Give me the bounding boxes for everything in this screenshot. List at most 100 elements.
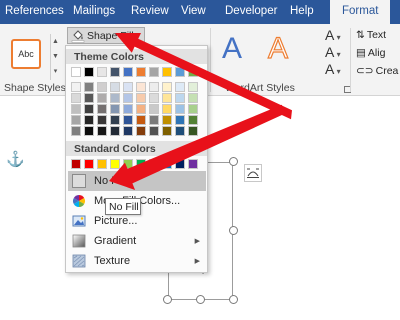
tab-developer[interactable]: Developer	[225, 5, 277, 17]
theme-shade-swatch[interactable]	[123, 115, 133, 125]
theme-color-swatch[interactable]	[136, 67, 146, 77]
theme-shade-swatch[interactable]	[110, 115, 120, 125]
theme-shade-swatch[interactable]	[97, 93, 107, 103]
tab-review[interactable]: Review	[131, 5, 169, 17]
theme-shade-swatch[interactable]	[136, 126, 146, 136]
theme-shade-swatch[interactable]	[188, 104, 198, 114]
theme-color-swatch[interactable]	[110, 67, 120, 77]
shape-style-sample[interactable]: Abc	[11, 39, 41, 69]
wordart-style-blue[interactable]: A	[222, 34, 242, 64]
theme-shade-swatch[interactable]	[175, 104, 185, 114]
tab-format[interactable]: Format	[330, 0, 391, 24]
resize-handle[interactable]	[229, 157, 238, 166]
tab-mailings[interactable]: Mailings	[73, 5, 115, 17]
standard-color-swatch[interactable]	[110, 159, 120, 169]
theme-color-swatch[interactable]	[188, 67, 198, 77]
wordart-style-orange-outline[interactable]: A	[267, 33, 288, 64]
resize-handle[interactable]	[229, 295, 238, 304]
theme-shade-swatch[interactable]	[162, 82, 172, 92]
theme-shade-swatch[interactable]	[162, 104, 172, 114]
theme-shade-swatch[interactable]	[97, 82, 107, 92]
theme-shade-swatch[interactable]	[149, 115, 159, 125]
theme-shade-swatch[interactable]	[71, 115, 81, 125]
theme-shade-swatch[interactable]	[136, 104, 146, 114]
theme-shade-swatch[interactable]	[175, 93, 185, 103]
gallery-scroll[interactable]: ▲ ▼ ▾	[50, 34, 60, 80]
scroll-up-icon[interactable]: ▲	[51, 34, 60, 49]
menu-item-gradient[interactable]: Gradient ▶	[68, 231, 206, 251]
text-outline-button[interactable]: A ▾	[325, 44, 341, 60]
theme-shade-swatch[interactable]	[97, 115, 107, 125]
theme-shade-swatch[interactable]	[97, 126, 107, 136]
menu-item-no-fill[interactable]: No Fill	[68, 171, 206, 191]
theme-shade-swatch[interactable]	[175, 115, 185, 125]
theme-shade-swatch[interactable]	[136, 82, 146, 92]
theme-shade-swatch[interactable]	[149, 82, 159, 92]
theme-shade-swatch[interactable]	[123, 126, 133, 136]
resize-handle[interactable]	[196, 295, 205, 304]
layout-options-button[interactable]	[244, 164, 262, 182]
theme-color-swatch[interactable]	[71, 67, 81, 77]
theme-shade-swatch[interactable]	[149, 126, 159, 136]
text-fill-button[interactable]: A ▾	[325, 27, 341, 43]
text-direction-button[interactable]: ⇅ Text	[356, 29, 386, 41]
standard-color-swatch[interactable]	[84, 159, 94, 169]
theme-color-swatch[interactable]	[84, 67, 94, 77]
anchor-icon[interactable]: ⚓	[6, 150, 25, 168]
resize-handle[interactable]	[163, 295, 172, 304]
theme-shade-swatch[interactable]	[136, 93, 146, 103]
tab-view[interactable]: View	[181, 5, 206, 17]
theme-shade-swatch[interactable]	[123, 82, 133, 92]
standard-color-swatch[interactable]	[188, 159, 198, 169]
theme-shade-swatch[interactable]	[162, 93, 172, 103]
theme-shade-swatch[interactable]	[71, 126, 81, 136]
standard-color-swatch[interactable]	[136, 159, 146, 169]
theme-shade-swatch[interactable]	[188, 126, 198, 136]
theme-color-swatch[interactable]	[162, 67, 172, 77]
tab-references[interactable]: References	[5, 5, 64, 17]
standard-color-swatch[interactable]	[149, 159, 159, 169]
theme-color-swatch[interactable]	[123, 67, 133, 77]
resize-handle[interactable]	[229, 226, 238, 235]
standard-color-swatch[interactable]	[97, 159, 107, 169]
theme-shade-swatch[interactable]	[110, 126, 120, 136]
theme-shade-swatch[interactable]	[188, 82, 198, 92]
shape-fill-button[interactable]: Shape Fill ▾	[67, 27, 145, 44]
theme-shade-swatch[interactable]	[71, 82, 81, 92]
theme-shade-swatch[interactable]	[110, 104, 120, 114]
theme-shade-swatch[interactable]	[123, 93, 133, 103]
theme-shade-swatch[interactable]	[175, 82, 185, 92]
gallery-more-icon[interactable]: ▾	[51, 64, 60, 79]
theme-shade-swatch[interactable]	[84, 104, 94, 114]
menu-item-texture[interactable]: Texture ▶	[68, 251, 206, 271]
theme-color-swatch[interactable]	[175, 67, 185, 77]
theme-shade-swatch[interactable]	[110, 93, 120, 103]
text-effects-button[interactable]: A ▾	[325, 61, 341, 77]
align-text-button[interactable]: ▤ Alig	[356, 47, 385, 59]
standard-color-swatch[interactable]	[71, 159, 81, 169]
theme-color-swatch[interactable]	[149, 67, 159, 77]
theme-shade-swatch[interactable]	[149, 104, 159, 114]
theme-shade-swatch[interactable]	[188, 115, 198, 125]
scroll-down-icon[interactable]: ▼	[51, 49, 60, 64]
theme-shade-swatch[interactable]	[84, 126, 94, 136]
theme-shade-swatch[interactable]	[149, 93, 159, 103]
theme-shade-swatch[interactable]	[97, 104, 107, 114]
theme-shade-swatch[interactable]	[71, 93, 81, 103]
theme-shade-swatch[interactable]	[84, 82, 94, 92]
theme-shade-swatch[interactable]	[110, 82, 120, 92]
tab-help[interactable]: Help	[290, 5, 314, 17]
standard-color-swatch[interactable]	[123, 159, 133, 169]
theme-color-swatch[interactable]	[97, 67, 107, 77]
theme-shade-swatch[interactable]	[175, 126, 185, 136]
theme-shade-swatch[interactable]	[162, 115, 172, 125]
standard-color-swatch[interactable]	[175, 159, 185, 169]
theme-shade-swatch[interactable]	[188, 93, 198, 103]
theme-shade-swatch[interactable]	[136, 115, 146, 125]
standard-color-swatch[interactable]	[162, 159, 172, 169]
theme-shade-swatch[interactable]	[84, 93, 94, 103]
create-link-button[interactable]: ⊂⊃ Crea	[356, 65, 398, 77]
theme-shade-swatch[interactable]	[123, 104, 133, 114]
theme-shade-swatch[interactable]	[71, 104, 81, 114]
theme-shade-swatch[interactable]	[162, 126, 172, 136]
